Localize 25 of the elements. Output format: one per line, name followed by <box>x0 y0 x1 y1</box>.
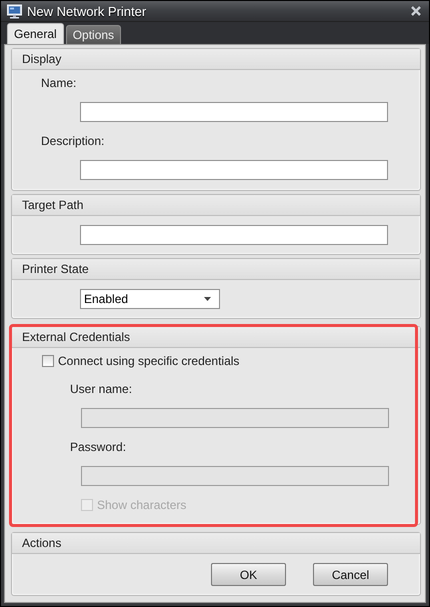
tab[interactable]: Options <box>66 25 122 44</box>
group-header: Actions <box>12 533 420 554</box>
checkbox-label: Show characters <box>97 498 186 512</box>
text-field[interactable] <box>80 102 388 122</box>
group-header: Target Path <box>12 195 420 216</box>
close-icon[interactable] <box>411 6 421 16</box>
dialog-button[interactable]: OK <box>211 563 286 586</box>
group-header: Printer State <box>12 259 420 280</box>
field-label: Name: <box>41 76 76 90</box>
text-field[interactable] <box>80 160 388 180</box>
group-header: External Credentials <box>12 327 420 348</box>
field-label: User name: <box>70 382 132 396</box>
checkbox[interactable] <box>42 355 54 367</box>
window-title: New Network Printer <box>27 4 148 18</box>
group-header: Display <box>12 49 420 70</box>
state-dropdown[interactable]: Enabled <box>80 289 220 309</box>
tab[interactable]: General <box>7 23 64 44</box>
monitor-icon <box>7 4 22 18</box>
field-label: Password: <box>70 440 126 454</box>
text-field[interactable] <box>80 225 388 245</box>
field-label: Description: <box>41 134 104 148</box>
caret-icon <box>204 297 211 301</box>
checkbox-label: Connect using specific credentials <box>58 354 240 368</box>
dialog-button[interactable]: Cancel <box>313 563 388 586</box>
dropdown-value: Enabled <box>84 292 128 306</box>
